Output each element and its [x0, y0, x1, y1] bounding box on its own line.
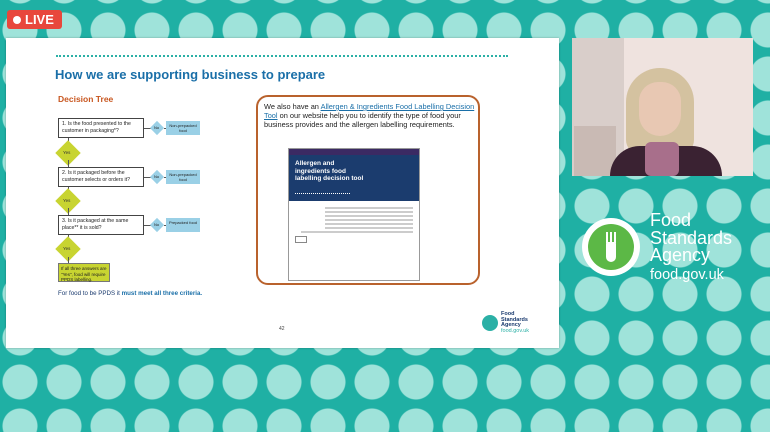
- webcam-shelf: [574, 126, 616, 176]
- tool-hero: Allergen and ingredients food labelling …: [289, 155, 419, 201]
- presenter-face: [639, 82, 681, 136]
- fsa-fork-icon: [582, 218, 640, 277]
- fsa-name-line3: Agency: [650, 245, 711, 265]
- live-dot-icon: [13, 15, 21, 24]
- yes-label: Yes: [63, 246, 71, 251]
- fsa-url: food.gov.uk: [650, 266, 724, 283]
- presentation-slide: How we are supporting business to prepar…: [6, 38, 559, 348]
- callout-text: We also have an Allergen & Ingredients F…: [264, 102, 476, 129]
- presenter-webcam: [572, 38, 753, 176]
- final-outcome-box: If all three answers are "Yes", food wil…: [58, 263, 110, 282]
- no-label: No: [154, 222, 160, 227]
- text-placeholder: [325, 223, 413, 225]
- yes-label: Yes: [63, 150, 71, 155]
- page-number: 42: [279, 326, 285, 332]
- result-box-1: Non-prepacked food: [166, 121, 200, 135]
- yes-label: Yes: [63, 198, 71, 203]
- dotted-divider: [56, 55, 508, 57]
- text-placeholder: [325, 215, 413, 217]
- callout-text-before: We also have an: [264, 102, 319, 111]
- criteria-bold: must meet all three criteria.: [121, 290, 203, 297]
- tool-start-button: [295, 236, 307, 243]
- decision-tool-screenshot: Allergen and ingredients food labelling …: [288, 148, 420, 281]
- callout-text-after: on our website help you to identify the …: [264, 111, 461, 129]
- no-label: No: [154, 174, 160, 179]
- tool-hero-divider: [295, 193, 350, 194]
- result-box-2: Non-prepacked food: [166, 170, 200, 184]
- live-label: LIVE: [25, 12, 54, 27]
- text-placeholder: [325, 211, 413, 213]
- live-badge: LIVE: [7, 10, 62, 29]
- text-placeholder: [325, 227, 413, 229]
- criteria-prefix: For food to be PPDS it: [58, 290, 120, 297]
- result-box-3: Prepacked food: [166, 218, 200, 232]
- slide-title: How we are supporting business to prepar…: [55, 67, 326, 82]
- fsa-brand: Food Standards Agency food.gov.uk: [582, 210, 732, 283]
- text-placeholder: [325, 207, 413, 209]
- slide-fsa-logo: Food Standards Agency food.gov.uk: [482, 311, 530, 334]
- fsa-brand-text: Food Standards Agency food.gov.uk: [650, 210, 732, 283]
- fork-handle: [606, 242, 616, 263]
- no-label: No: [154, 125, 160, 130]
- fsa-name-line1: Food: [650, 210, 692, 230]
- slide-logo-text: Food Standards Agency food.gov.uk: [501, 311, 530, 334]
- text-placeholder: [325, 219, 413, 221]
- question-box-3: 3. Is it packaged at the same place** it…: [58, 215, 144, 235]
- tool-hero-title: Allergen and ingredients food labelling …: [295, 160, 364, 182]
- decision-tree-heading: Decision Tree: [58, 94, 114, 104]
- fsa-logo-icon: [482, 315, 498, 331]
- slide-logo-url: food.gov.uk: [501, 327, 530, 334]
- text-placeholder: [301, 231, 413, 233]
- tool-callout: We also have an Allergen & Ingredients F…: [256, 95, 480, 285]
- presenter-scarf: [645, 142, 679, 176]
- fork-icon: [603, 232, 619, 263]
- question-box-1: 1. Is the food presented to the customer…: [58, 118, 144, 138]
- tool-body: [289, 201, 419, 247]
- question-box-2: 2. Is it packaged before the customer se…: [58, 167, 144, 187]
- criteria-note: For food to be PPDS it must meet all thr…: [58, 290, 202, 297]
